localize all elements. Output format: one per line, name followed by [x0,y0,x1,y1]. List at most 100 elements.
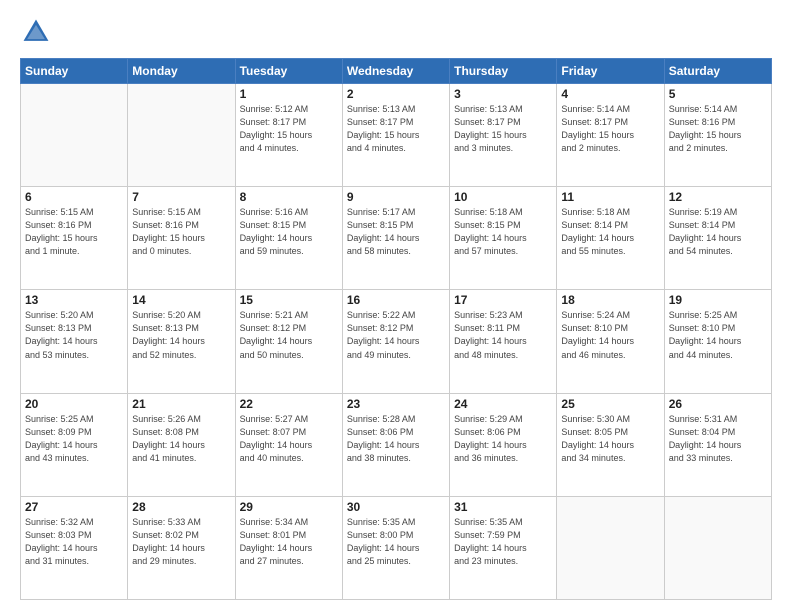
weekday-saturday: Saturday [664,59,771,84]
weekday-wednesday: Wednesday [342,59,449,84]
day-number: 22 [240,397,338,411]
day-cell-23: 23 Sunrise: 5:28 AM Sunset: 8:06 PM Dayli… [342,393,449,496]
day-number: 13 [25,293,123,307]
day-info: Sunrise: 5:29 AM Sunset: 8:06 PM Dayligh… [454,413,552,465]
day-info: Sunrise: 5:18 AM Sunset: 8:15 PM Dayligh… [454,206,552,258]
day-number: 24 [454,397,552,411]
day-number: 15 [240,293,338,307]
empty-cell [21,84,128,187]
day-number: 6 [25,190,123,204]
day-info: Sunrise: 5:15 AM Sunset: 8:16 PM Dayligh… [25,206,123,258]
day-number: 19 [669,293,767,307]
day-cell-1: 1Sunrise: 5:12 AM Sunset: 8:17 PM Daylig… [235,84,342,187]
day-info: Sunrise: 5:35 AM Sunset: 8:00 PM Dayligh… [347,516,445,568]
day-number: 5 [669,87,767,101]
day-cell-25: 25 Sunrise: 5:30 AM Sunset: 8:05 PM Dayli… [557,393,664,496]
day-info: Sunrise: 5:13 AM Sunset: 8:17 PM Dayligh… [347,103,445,155]
day-cell-2: 2Sunrise: 5:13 AM Sunset: 8:17 PM Daylig… [342,84,449,187]
day-cell-30: 30 Sunrise: 5:35 AM Sunset: 8:00 PM Dayli… [342,496,449,599]
day-cell-18: 18Sunrise: 5:24 AM Sunset: 8:10 PM Dayli… [557,290,664,393]
day-cell-5: 5 Sunrise: 5:14 AM Sunset: 8:16 PM Daylig… [664,84,771,187]
weekday-sunday: Sunday [21,59,128,84]
day-cell-27: 27Sunrise: 5:32 AM Sunset: 8:03 PM Dayli… [21,496,128,599]
day-info: Sunrise: 5:12 AM Sunset: 8:17 PM Dayligh… [240,103,338,155]
day-number: 31 [454,500,552,514]
day-number: 10 [454,190,552,204]
day-info: Sunrise: 5:30 AM Sunset: 8:05 PM Dayligh… [561,413,659,465]
weekday-header-row: SundayMondayTuesdayWednesdayThursdayFrid… [21,59,772,84]
day-number: 7 [132,190,230,204]
weekday-tuesday: Tuesday [235,59,342,84]
day-cell-10: 10 Sunrise: 5:18 AM Sunset: 8:15 PM Dayli… [450,187,557,290]
day-info: Sunrise: 5:21 AM Sunset: 8:12 PM Dayligh… [240,309,338,361]
day-cell-13: 13 Sunrise: 5:20 AM Sunset: 8:13 PM Dayli… [21,290,128,393]
day-number: 8 [240,190,338,204]
day-cell-21: 21Sunrise: 5:26 AM Sunset: 8:08 PM Dayli… [128,393,235,496]
empty-cell [664,496,771,599]
day-cell-14: 14Sunrise: 5:20 AM Sunset: 8:13 PM Dayli… [128,290,235,393]
day-cell-29: 29 Sunrise: 5:34 AM Sunset: 8:01 PM Dayli… [235,496,342,599]
day-cell-22: 22 Sunrise: 5:27 AM Sunset: 8:07 PM Dayli… [235,393,342,496]
day-info: Sunrise: 5:34 AM Sunset: 8:01 PM Dayligh… [240,516,338,568]
day-cell-16: 16Sunrise: 5:22 AM Sunset: 8:12 PM Dayli… [342,290,449,393]
empty-cell [128,84,235,187]
day-info: Sunrise: 5:25 AM Sunset: 8:09 PM Dayligh… [25,413,123,465]
day-number: 27 [25,500,123,514]
day-info: Sunrise: 5:33 AM Sunset: 8:02 PM Dayligh… [132,516,230,568]
weekday-friday: Friday [557,59,664,84]
day-cell-17: 17 Sunrise: 5:23 AM Sunset: 8:11 PM Dayli… [450,290,557,393]
day-info: Sunrise: 5:35 AM Sunset: 7:59 PM Dayligh… [454,516,552,568]
day-info: Sunrise: 5:16 AM Sunset: 8:15 PM Dayligh… [240,206,338,258]
day-info: Sunrise: 5:22 AM Sunset: 8:12 PM Dayligh… [347,309,445,361]
day-cell-31: 31 Sunrise: 5:35 AM Sunset: 7:59 PM Dayli… [450,496,557,599]
day-info: Sunrise: 5:14 AM Sunset: 8:17 PM Dayligh… [561,103,659,155]
page: SundayMondayTuesdayWednesdayThursdayFrid… [0,0,792,612]
day-number: 11 [561,190,659,204]
day-cell-24: 24 Sunrise: 5:29 AM Sunset: 8:06 PM Dayli… [450,393,557,496]
calendar-table: SundayMondayTuesdayWednesdayThursdayFrid… [20,58,772,600]
day-cell-28: 28 Sunrise: 5:33 AM Sunset: 8:02 PM Dayli… [128,496,235,599]
header [20,16,772,48]
day-number: 29 [240,500,338,514]
week-row-5: 27Sunrise: 5:32 AM Sunset: 8:03 PM Dayli… [21,496,772,599]
day-info: Sunrise: 5:17 AM Sunset: 8:15 PM Dayligh… [347,206,445,258]
logo [20,16,58,48]
day-number: 20 [25,397,123,411]
day-number: 12 [669,190,767,204]
empty-cell [557,496,664,599]
day-info: Sunrise: 5:25 AM Sunset: 8:10 PM Dayligh… [669,309,767,361]
weekday-monday: Monday [128,59,235,84]
day-number: 30 [347,500,445,514]
day-info: Sunrise: 5:24 AM Sunset: 8:10 PM Dayligh… [561,309,659,361]
week-row-1: 1Sunrise: 5:12 AM Sunset: 8:17 PM Daylig… [21,84,772,187]
day-number: 26 [669,397,767,411]
day-number: 3 [454,87,552,101]
weekday-thursday: Thursday [450,59,557,84]
week-row-2: 6 Sunrise: 5:15 AM Sunset: 8:16 PM Daylig… [21,187,772,290]
day-cell-3: 3Sunrise: 5:13 AM Sunset: 8:17 PM Daylig… [450,84,557,187]
day-info: Sunrise: 5:20 AM Sunset: 8:13 PM Dayligh… [25,309,123,361]
day-number: 4 [561,87,659,101]
day-number: 17 [454,293,552,307]
day-cell-4: 4 Sunrise: 5:14 AM Sunset: 8:17 PM Daylig… [557,84,664,187]
day-info: Sunrise: 5:18 AM Sunset: 8:14 PM Dayligh… [561,206,659,258]
day-info: Sunrise: 5:15 AM Sunset: 8:16 PM Dayligh… [132,206,230,258]
day-cell-26: 26 Sunrise: 5:31 AM Sunset: 8:04 PM Dayli… [664,393,771,496]
day-cell-7: 7 Sunrise: 5:15 AM Sunset: 8:16 PM Daylig… [128,187,235,290]
day-number: 21 [132,397,230,411]
day-info: Sunrise: 5:20 AM Sunset: 8:13 PM Dayligh… [132,309,230,361]
week-row-3: 13 Sunrise: 5:20 AM Sunset: 8:13 PM Dayli… [21,290,772,393]
day-info: Sunrise: 5:19 AM Sunset: 8:14 PM Dayligh… [669,206,767,258]
day-info: Sunrise: 5:23 AM Sunset: 8:11 PM Dayligh… [454,309,552,361]
day-info: Sunrise: 5:28 AM Sunset: 8:06 PM Dayligh… [347,413,445,465]
day-cell-6: 6 Sunrise: 5:15 AM Sunset: 8:16 PM Daylig… [21,187,128,290]
day-number: 25 [561,397,659,411]
day-cell-20: 20 Sunrise: 5:25 AM Sunset: 8:09 PM Dayli… [21,393,128,496]
day-info: Sunrise: 5:27 AM Sunset: 8:07 PM Dayligh… [240,413,338,465]
day-number: 28 [132,500,230,514]
day-number: 23 [347,397,445,411]
day-cell-15: 15 Sunrise: 5:21 AM Sunset: 8:12 PM Dayli… [235,290,342,393]
logo-icon [20,16,52,48]
day-info: Sunrise: 5:31 AM Sunset: 8:04 PM Dayligh… [669,413,767,465]
day-info: Sunrise: 5:14 AM Sunset: 8:16 PM Dayligh… [669,103,767,155]
